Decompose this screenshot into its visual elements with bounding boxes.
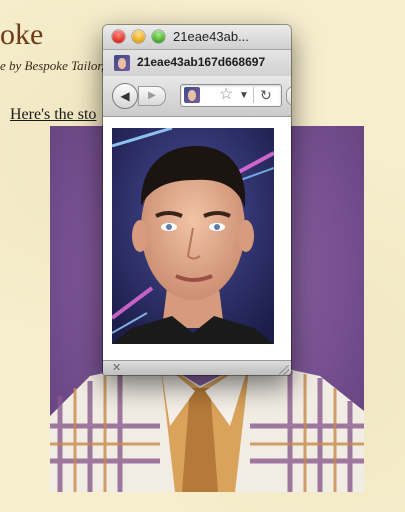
tab-label[interactable]: 21eae43ab167d668697 (137, 55, 291, 69)
site-title: oke (0, 18, 44, 51)
forward-button[interactable]: ▶ (138, 86, 166, 106)
window-title: 21eae43ab... (173, 29, 249, 44)
browser-toolbar: ◀ ▶ ☆ ▼ ↻ (103, 76, 291, 117)
tab-favicon-icon (114, 55, 130, 71)
window-titlebar[interactable]: 21eae43ab... (103, 25, 291, 49)
resize-grip-icon[interactable] (279, 365, 289, 375)
url-divider (253, 87, 254, 103)
zoom-window-button[interactable] (152, 30, 165, 43)
bookmark-star-icon[interactable]: ☆ (219, 85, 233, 105)
site-tagline: e by Bespoke Tailor, (0, 58, 105, 73)
popup-browser-window: 21eae43ab... 21eae43ab167d668697 ◀ ▶ ☆ ▼… (103, 25, 291, 375)
address-bar[interactable]: ☆ ▼ ↻ (180, 84, 282, 107)
forward-arrow-icon: ▶ (148, 90, 156, 101)
tab-bar: 21eae43ab167d668697 (103, 49, 291, 77)
page-content (103, 117, 291, 360)
story-link[interactable]: Here's the sto (10, 106, 96, 124)
history-dropdown-icon[interactable]: ▼ (239, 86, 249, 106)
page-favicon-icon (184, 87, 200, 103)
toolbar-overflow-button[interactable] (286, 86, 291, 106)
minimize-window-button[interactable] (132, 30, 145, 43)
back-arrow-icon: ◀ (120, 89, 130, 103)
status-bar: ✕ (103, 360, 291, 375)
close-window-button[interactable] (112, 30, 125, 43)
portrait-photo (112, 128, 274, 344)
back-button[interactable]: ◀ (112, 83, 138, 109)
close-statusbar-icon[interactable]: ✕ (112, 361, 121, 375)
reload-icon[interactable]: ↻ (260, 85, 272, 105)
